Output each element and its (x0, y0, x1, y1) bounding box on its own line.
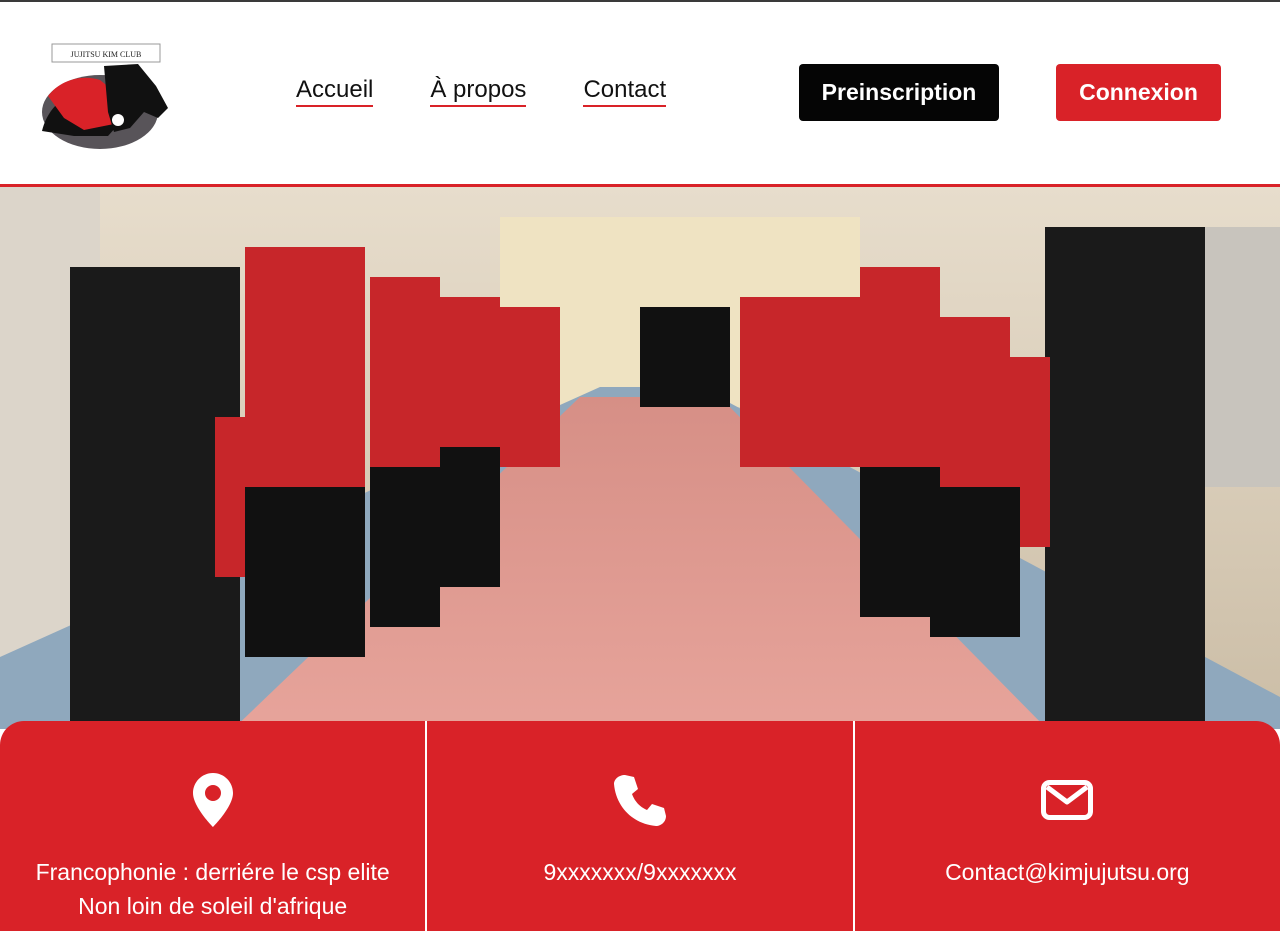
envelope-icon (1041, 773, 1094, 827)
site-header: JUJITSU KIM CLUB Accueil À propos Contac… (0, 2, 1280, 184)
phone-number[interactable]: 9xxxxxxx/9xxxxxxx (544, 855, 737, 889)
contact-address: Francophonie : derriére le csp elite Non… (0, 721, 425, 931)
address-line-1: Francophonie : derriére le csp elite (35, 859, 390, 885)
contact-phone: 9xxxxxxx/9xxxxxxx (425, 721, 852, 931)
preinscription-button[interactable]: Preinscription (799, 64, 999, 121)
phone-icon (613, 773, 666, 827)
connexion-button[interactable]: Connexion (1056, 64, 1221, 121)
logo-graphic: JUJITSU KIM CLUB (42, 43, 168, 149)
club-logo[interactable]: JUJITSU KIM CLUB (34, 36, 172, 152)
contact-email: Contact@kimjujutsu.org (852, 721, 1280, 931)
location-pin-icon (192, 773, 233, 827)
email-address[interactable]: Contact@kimjujutsu.org (945, 855, 1190, 889)
hero-image (0, 187, 1280, 729)
nav-a-propos[interactable]: À propos (430, 76, 527, 107)
nav-contact[interactable]: Contact (583, 76, 667, 107)
contact-bar: Francophonie : derriére le csp elite Non… (0, 721, 1280, 931)
nav-accueil[interactable]: Accueil (296, 76, 374, 107)
main-nav: Accueil À propos Contact (296, 76, 667, 107)
hero-photo (0, 184, 1280, 729)
address-line-2: Non loin de soleil d'afrique (78, 893, 348, 919)
logo-text: JUJITSU KIM CLUB (71, 50, 142, 59)
